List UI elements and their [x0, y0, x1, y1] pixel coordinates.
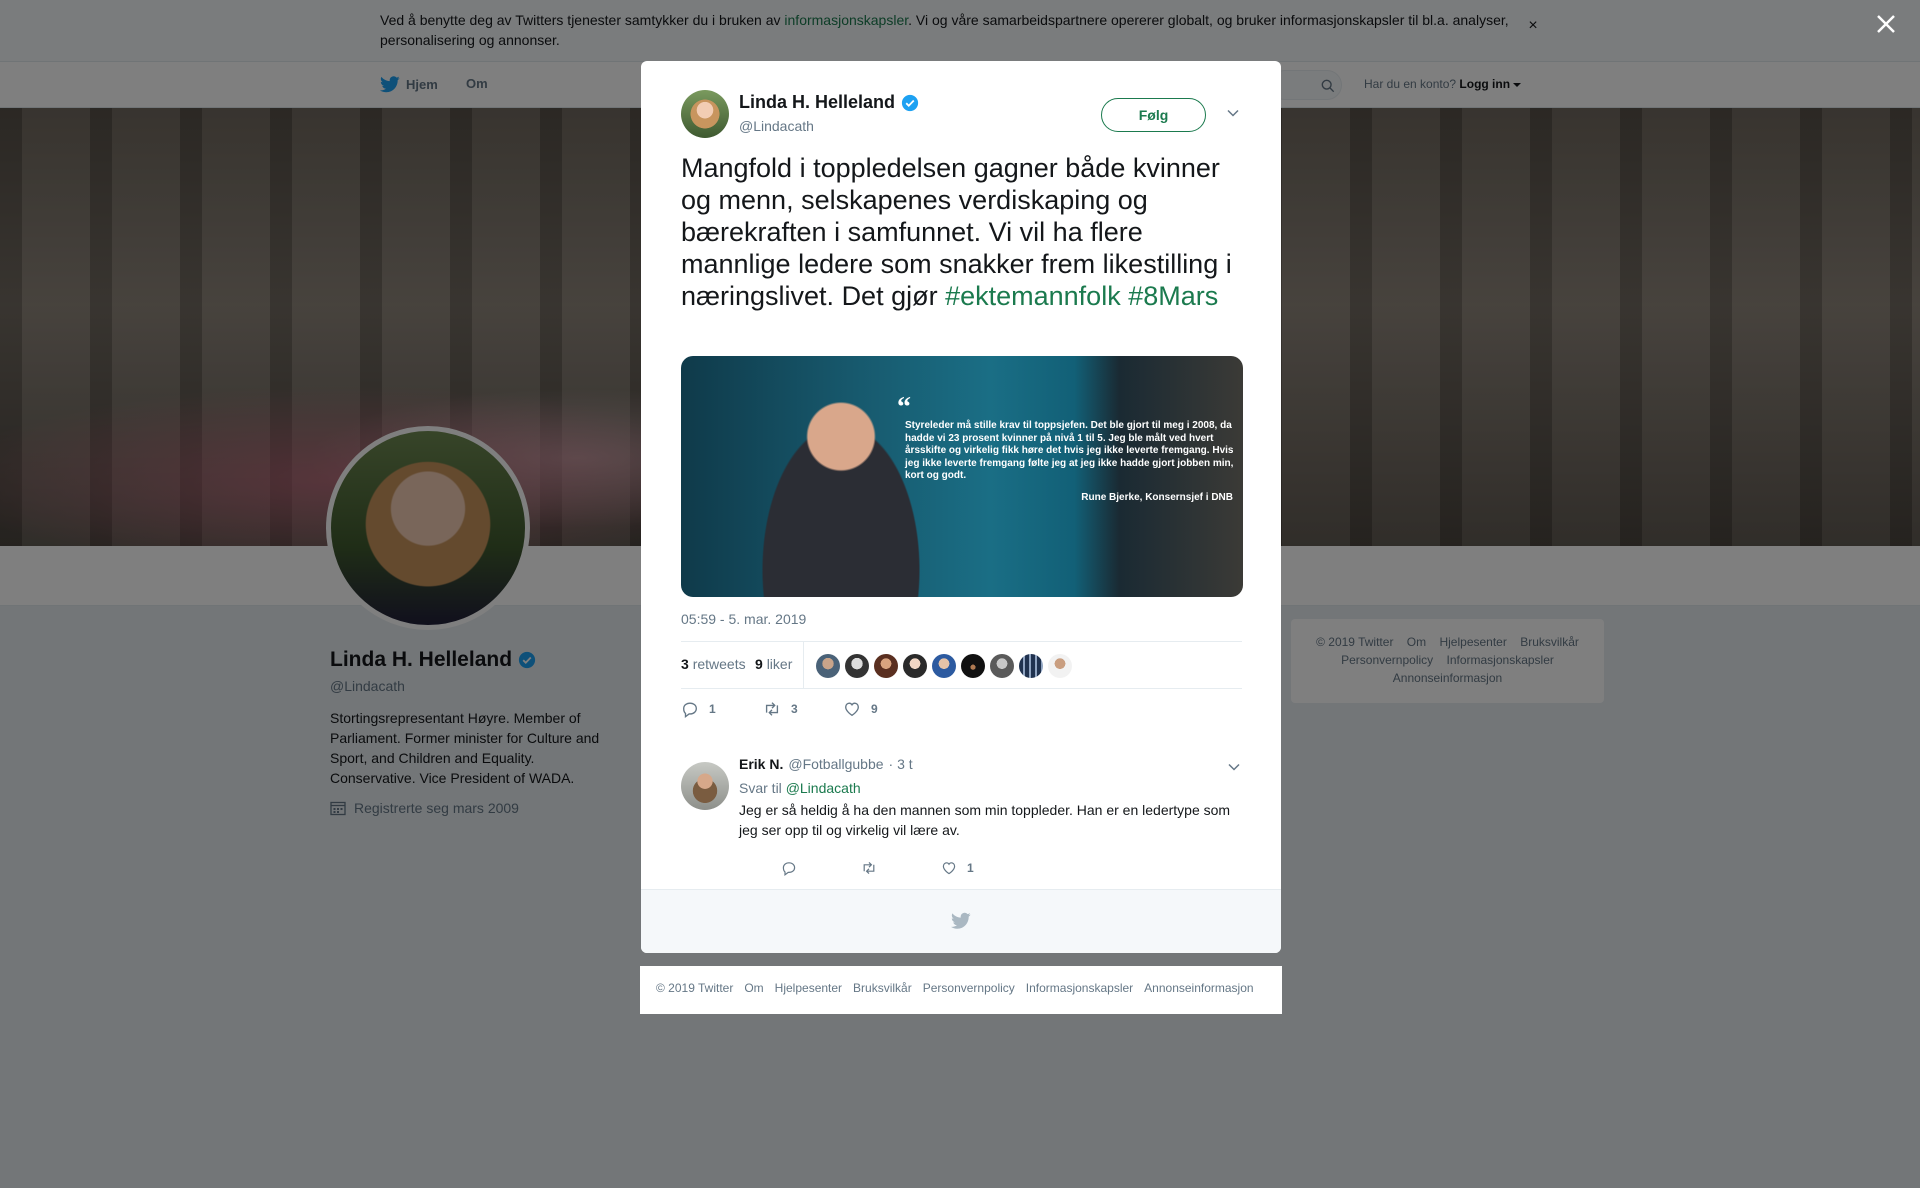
hashtag-link[interactable]: #8Mars	[1128, 281, 1218, 311]
reply-author-name[interactable]: Erik N.	[739, 756, 783, 772]
footer-link-privacy[interactable]: Personvernpolicy	[923, 981, 1015, 999]
tweet-stats: 3 retweets 9 liker	[681, 641, 1242, 689]
retweet-count: 3	[791, 702, 798, 716]
likes-count: 9	[755, 656, 763, 672]
reply-text: Jeg er så heldig å ha den mannen som min…	[739, 802, 1231, 838]
reply-like-action[interactable]: 1	[941, 860, 974, 876]
like-count: 9	[871, 702, 878, 716]
heart-icon	[845, 702, 859, 717]
close-icon[interactable]	[1874, 12, 1898, 36]
likers-avatars	[816, 654, 1072, 678]
retweet-icon	[863, 861, 875, 875]
reply-time[interactable]: · 3 t	[889, 756, 913, 772]
likes-stat[interactable]: 9 liker	[755, 656, 792, 672]
liker-avatar[interactable]	[990, 654, 1014, 678]
reply-like-count: 1	[967, 861, 974, 875]
reply-to: Svar til @Lindacath	[739, 780, 861, 796]
retweets-count: 3	[681, 656, 689, 672]
reply-to-prefix: Svar til	[739, 780, 782, 796]
tweet-modal: Linda H. Helleland @Lindacath Følg Mangf…	[641, 61, 1281, 953]
tweet-author-handle[interactable]: @Lindacath	[739, 118, 814, 134]
reply-header: Erik N. @Fotballgubbe · 3 t	[739, 756, 913, 772]
media-quote-text: Styreleder må stille krav til toppsjefen…	[905, 420, 1234, 481]
retweet-icon	[765, 702, 779, 716]
hashtag-link[interactable]: #ektemannfolk	[945, 281, 1121, 311]
stats-divider	[803, 642, 804, 688]
reply-author-handle[interactable]: @Fotballgubbe	[788, 756, 883, 772]
retweets-label: retweets	[692, 656, 746, 672]
liker-avatar[interactable]	[903, 654, 927, 678]
reply-action[interactable]: 1	[681, 700, 716, 718]
footer-link-help[interactable]: Hjelpesenter	[775, 981, 842, 999]
footer-link-terms[interactable]: Bruksvilkår	[853, 981, 912, 999]
footer-copyright: © 2019 Twitter	[656, 981, 734, 995]
follow-button[interactable]: Følg	[1101, 98, 1206, 132]
reply-icon	[782, 862, 796, 876]
tweet-author-name-text: Linda H. Helleland	[739, 92, 896, 112]
chevron-down-icon[interactable]	[1227, 760, 1241, 774]
footer-link-ads[interactable]: Annonseinformasjon	[1144, 981, 1253, 999]
liker-avatar[interactable]	[961, 654, 985, 678]
media-person	[741, 386, 941, 597]
reply-icon	[683, 702, 697, 718]
tweet-author-name[interactable]: Linda H. Helleland	[739, 92, 919, 113]
liker-avatar[interactable]	[932, 654, 956, 678]
media-quote-credit: Rune Bjerke, Konsernsjef i DNB	[1081, 492, 1233, 503]
heart-icon	[942, 862, 956, 875]
modal-bottom-footer: © 2019 Twitter Om Hjelpesenter Bruksvilk…	[640, 966, 1282, 1014]
reply-retweet-action[interactable]	[861, 860, 877, 876]
chevron-down-icon[interactable]	[1226, 106, 1240, 120]
footer-link-cookies[interactable]: Informasjonskapsler	[1026, 981, 1133, 999]
reply-to-handle-link[interactable]: @Lindacath	[786, 780, 861, 796]
reply-author-avatar[interactable]	[681, 762, 729, 810]
tweet-header: Linda H. Helleland @Lindacath Følg	[681, 90, 1241, 142]
reply-tweet[interactable]: Erik N. @Fotballgubbe · 3 t Svar til @Li…	[681, 756, 1242, 876]
retweet-action[interactable]: 3	[763, 700, 798, 718]
twitter-bird-icon	[951, 912, 971, 929]
liker-avatar[interactable]	[874, 654, 898, 678]
liker-avatar[interactable]	[1048, 654, 1072, 678]
tweet-media-image[interactable]: “ Styreleder må stille krav til toppsjef…	[681, 356, 1243, 597]
verified-badge-icon	[901, 94, 919, 111]
tweet-author-avatar[interactable]	[681, 90, 729, 138]
tweet-text: Mangfold i toppledelsen gagner både kvin…	[681, 152, 1241, 312]
modal-footer	[641, 889, 1281, 953]
reply-reply-action[interactable]	[781, 860, 797, 876]
liker-avatar[interactable]	[1019, 654, 1043, 678]
liker-avatar[interactable]	[845, 654, 869, 678]
reply-count: 1	[709, 702, 716, 716]
tweet-timestamp[interactable]: 05:59 - 5. mar. 2019	[681, 611, 806, 627]
footer-link-about[interactable]: Om	[744, 981, 763, 999]
reply-actions: 1	[781, 860, 1081, 878]
liker-avatar[interactable]	[816, 654, 840, 678]
tweet-actions: 1 3 9	[681, 700, 1081, 724]
retweets-stat[interactable]: 3 retweets	[681, 656, 746, 672]
like-action[interactable]: 9	[843, 700, 878, 718]
likes-label: liker	[766, 656, 793, 672]
